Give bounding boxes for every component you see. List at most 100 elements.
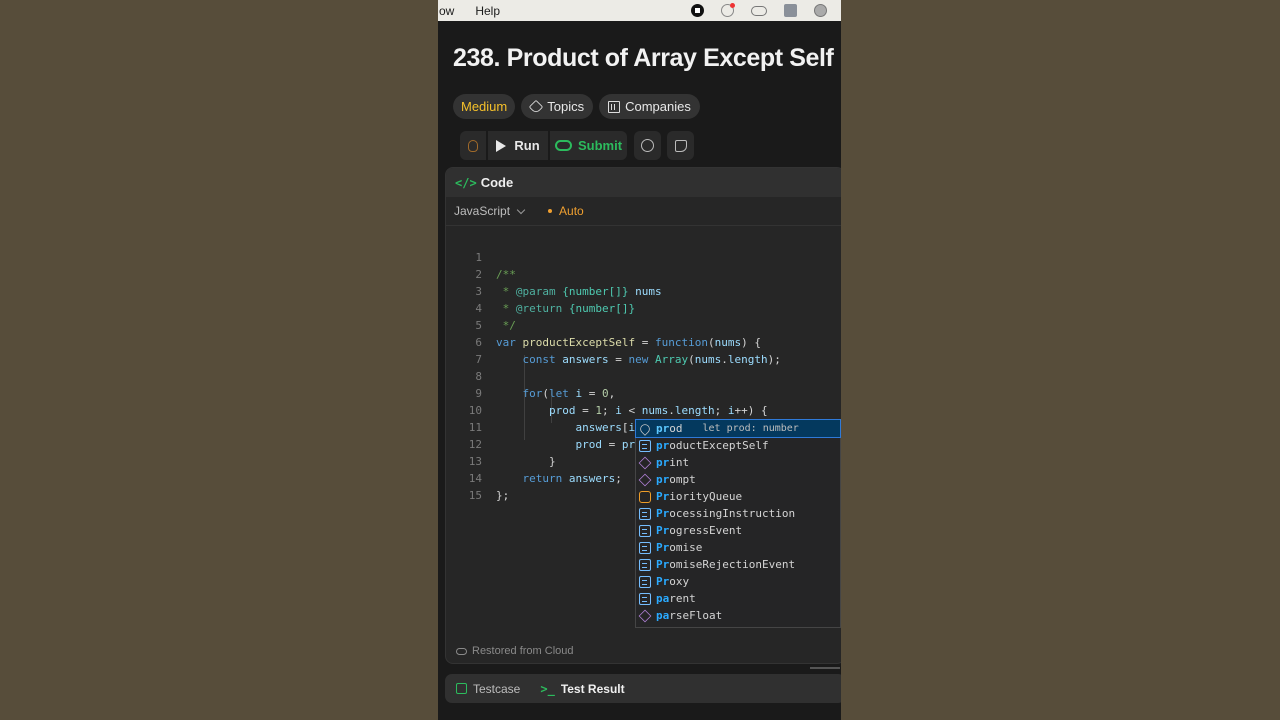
- code-line: 4 */: [446, 283, 841, 332]
- app-badge-icon[interactable]: [784, 4, 797, 17]
- submit-button[interactable]: Submit: [550, 131, 627, 160]
- suggestion-item[interactable]: Pr oxy: [636, 573, 840, 590]
- var-icon: [639, 524, 651, 537]
- cloud-upload-icon: [554, 140, 572, 151]
- companies-label: Companies: [625, 99, 691, 114]
- suggestion-match: pr: [656, 456, 670, 469]
- topics-button[interactable]: Topics: [521, 94, 594, 119]
- suggestion-item[interactable]: pr ompt: [636, 471, 840, 488]
- menubar-status-icons: [691, 3, 841, 17]
- status-dot-icon: [548, 209, 553, 213]
- cls-icon: [639, 490, 651, 503]
- code-line: 11 prod = pr: [446, 402, 841, 452]
- play-icon: [496, 139, 507, 152]
- building-icon: [608, 100, 621, 113]
- var-icon: [639, 541, 651, 554]
- code-panel-header: </> Code: [446, 168, 841, 197]
- suggestion-item[interactable]: pr od let prod: number: [635, 419, 841, 438]
- code-line: 8 for(let i = 0,: [446, 351, 841, 400]
- notes-button[interactable]: [667, 131, 694, 160]
- language-select[interactable]: JavaScript: [454, 204, 510, 218]
- suggestion-match: Pr: [656, 507, 670, 520]
- suggestion-match: pa: [656, 592, 670, 605]
- menu-item-window[interactable]: ow: [438, 4, 454, 18]
- suggestion-match: Pr: [656, 541, 670, 554]
- record-icon[interactable]: [721, 3, 735, 17]
- suggestion-item[interactable]: pr int: [636, 454, 840, 471]
- timer-button[interactable]: [634, 131, 661, 160]
- code-icon: </>: [455, 175, 477, 190]
- suggestion-rest: rseFloat: [669, 609, 723, 622]
- suggestion-item[interactable]: pa rseFloat: [636, 607, 840, 624]
- creative-cloud-icon[interactable]: [751, 5, 767, 16]
- tag-icon: [529, 99, 544, 114]
- var-icon: [639, 439, 651, 452]
- code-line: 2 * @param {number[]} nums: [446, 249, 841, 298]
- problem-header: 238. Product of Array Except Self: [453, 44, 834, 73]
- suggestion-rest: int: [669, 456, 690, 469]
- bug-icon: [468, 139, 478, 152]
- suggestion-detail: let prod: number: [702, 423, 799, 434]
- suggestion-match: Pr: [656, 575, 670, 588]
- panel-resize-handle[interactable]: [810, 667, 840, 669]
- code-line: 3 * @return {number[]}: [446, 266, 841, 315]
- suggestion-item[interactable]: Pr ocessingInstruction: [636, 505, 840, 522]
- topics-label: Topics: [547, 99, 585, 114]
- wrench-icon: [638, 421, 652, 436]
- page-title: 238. Product of Array Except Self: [453, 44, 834, 72]
- suggestion-item[interactable]: pr oductExceptSelf: [636, 437, 840, 454]
- suggestion-rest: oductExceptSelf: [669, 439, 769, 452]
- code-line: 9 prod = 1; i < nums.length; i++) {: [446, 368, 841, 417]
- menu-item-help[interactable]: Help: [474, 4, 500, 18]
- run-toolbar: Run Submit: [460, 131, 694, 160]
- suggestion-match: pa: [656, 609, 670, 622]
- chevron-down-icon[interactable]: [516, 205, 526, 214]
- suggestion-rest: od: [669, 422, 683, 435]
- var-icon: [639, 507, 651, 520]
- companies-button[interactable]: Companies: [599, 94, 700, 119]
- tab-testcase[interactable]: Testcase: [456, 682, 520, 696]
- suggestion-item[interactable]: Pr ogressEvent: [636, 522, 840, 539]
- run-label: Run: [514, 138, 540, 153]
- run-button[interactable]: Run: [488, 131, 548, 160]
- var-icon: [639, 558, 651, 571]
- suggestion-item[interactable]: Pr omiseRejectionEvent: [636, 556, 840, 573]
- suggestion-rest: omiseRejectionEvent: [669, 558, 796, 571]
- cube-icon: [638, 609, 652, 622]
- suggestion-rest: iorityQueue: [669, 490, 743, 503]
- suggestion-match: Pr: [656, 490, 670, 503]
- suggestion-item[interactable]: pa rent: [636, 590, 840, 607]
- suggestion-rest: ompt: [669, 473, 696, 486]
- difficulty-badge: Medium: [453, 94, 516, 119]
- restored-label: Restored from Cloud: [472, 645, 574, 657]
- suggestion-item[interactable]: Pr omise: [636, 539, 840, 556]
- code-line: 5 var productExceptSelf = function(nums)…: [446, 300, 841, 349]
- auto-mode-label: Auto: [559, 204, 584, 218]
- code-line: 6 const answers = new Array(nums.length)…: [446, 317, 841, 366]
- menu-bar: ow Help: [438, 0, 841, 21]
- suggestion-item[interactable]: Pr iorityQueue: [636, 488, 840, 505]
- checkbox-icon: [456, 683, 467, 694]
- note-icon: [674, 139, 687, 152]
- suggestion-rest: oxy: [669, 575, 690, 588]
- suggestion-rest: omise: [669, 541, 703, 554]
- suggestion-match: pr: [656, 473, 670, 486]
- suggestion-match: Pr: [656, 524, 670, 537]
- autocomplete-dropdown: pr od let prod: number pr oductExceptSelf pr i…: [635, 419, 841, 628]
- var-icon: [639, 575, 651, 588]
- suggestion-rest: ocessingInstruction: [669, 507, 796, 520]
- cloud-icon: [456, 647, 467, 655]
- globe-icon[interactable]: [814, 4, 827, 17]
- code-line: 10 answers[i] = prod;: [446, 385, 841, 434]
- suggestion-match: pr: [656, 439, 670, 452]
- stop-recording-icon[interactable]: [691, 4, 704, 17]
- debug-button[interactable]: [460, 131, 486, 160]
- tab-test-result-label: Test Result: [560, 681, 625, 696]
- tab-test-result[interactable]: >_ Test Result: [540, 682, 624, 696]
- line-number: 15: [468, 489, 482, 502]
- code-line: 7: [446, 334, 841, 366]
- app-window: ow Help 238. Product of Array Except Sel…: [438, 0, 841, 720]
- auto-mode-indicator[interactable]: Auto: [548, 204, 584, 218]
- bottom-tabs: Testcase >_ Test Result: [445, 674, 841, 703]
- suggestion-match: Pr: [656, 558, 670, 571]
